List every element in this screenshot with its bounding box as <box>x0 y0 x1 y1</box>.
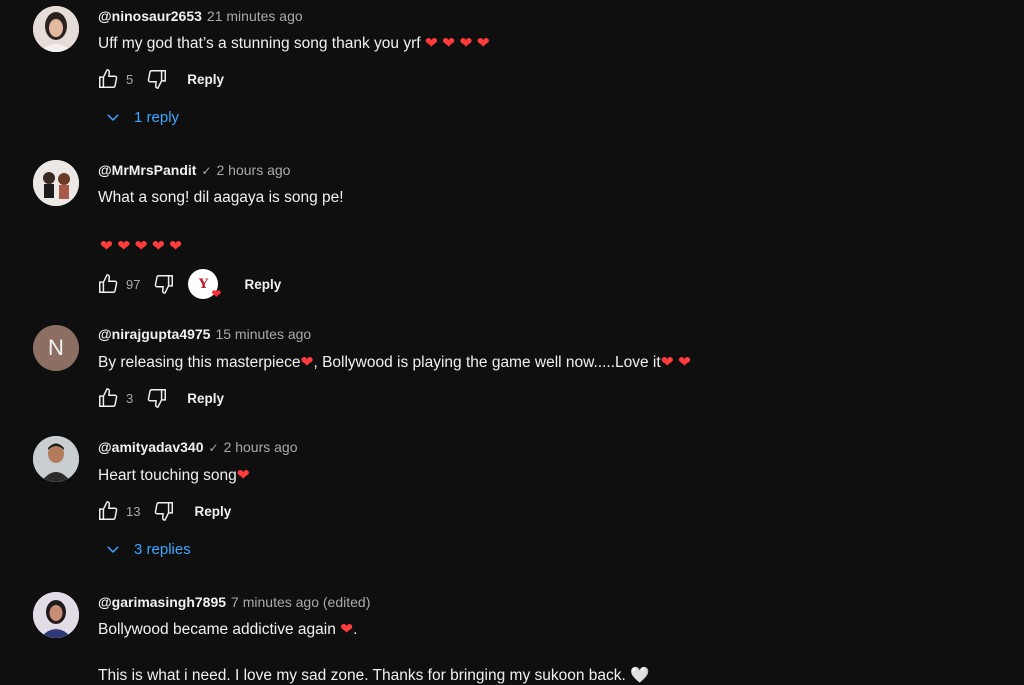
replies-label: 3 replies <box>134 540 191 558</box>
comment-author[interactable]: @ninosaur2653 <box>98 8 202 24</box>
heart-emoji: ❤ <box>300 354 314 371</box>
heart-emoji: ❤ <box>236 467 250 484</box>
comment-text-body: Bollywood became addictive again <box>98 621 336 638</box>
comment-text: Uff my god that’s a stunning song thank … <box>98 34 490 53</box>
comment-text: Heart touching song❤ <box>98 466 250 485</box>
reply-button[interactable]: Reply <box>187 391 224 406</box>
like-count: 97 <box>126 276 141 292</box>
view-replies-button[interactable]: 3 replies <box>104 540 191 558</box>
creator-logo-icon: Y <box>198 276 209 292</box>
comment-author[interactable]: @nirajgupta4975 <box>98 326 210 342</box>
reply-button[interactable]: Reply <box>187 72 224 87</box>
comment-author[interactable]: @MrMrsPandit <box>98 162 196 178</box>
heart-emojis: ❤ ❤ <box>660 354 691 371</box>
heart-emojis: ❤ ❤ ❤ ❤ <box>424 35 490 52</box>
comment-text-part-a: By releasing this masterpiece <box>98 354 301 371</box>
like-count: 5 <box>126 71 134 87</box>
avatar[interactable] <box>33 436 79 482</box>
thumbs-down-icon[interactable] <box>152 499 176 523</box>
replies-label: 1 reply <box>134 108 180 126</box>
comment-text: By releasing this masterpiece❤, Bollywoo… <box>98 353 691 372</box>
comment-time[interactable]: 2 hours ago <box>217 162 291 178</box>
chevron-down-icon <box>107 546 119 554</box>
heart-emoji: ❤ <box>340 621 354 638</box>
verified-icon: ✓ <box>208 441 219 455</box>
thumbs-down-icon[interactable] <box>145 386 169 410</box>
thumbs-up-icon[interactable] <box>96 67 120 91</box>
heart-emojis: ❤ ❤ ❤ ❤ ❤ <box>100 238 183 255</box>
comment-time[interactable]: 2 hours ago <box>224 439 298 455</box>
like-count: 13 <box>126 503 141 519</box>
thumbs-down-icon[interactable] <box>152 272 176 296</box>
comment-author[interactable]: @amityadav340 <box>98 439 204 455</box>
thumbs-down-icon[interactable] <box>145 67 169 91</box>
comment-text-body: Uff my god that’s a stunning song thank … <box>98 35 421 52</box>
comment-time[interactable]: 15 minutes ago <box>215 326 311 342</box>
view-replies-button[interactable]: 1 reply <box>104 108 179 126</box>
avatar-letter: N <box>48 335 64 360</box>
comment-time[interactable]: 21 minutes ago <box>207 8 303 24</box>
heart-icon: ❤ <box>211 287 222 301</box>
comment-text-part-b: , Bollywood is playing the game well now… <box>313 354 661 371</box>
reply-button[interactable]: Reply <box>244 277 281 292</box>
avatar[interactable] <box>33 6 79 52</box>
verified-icon: ✓ <box>201 164 212 178</box>
like-count: 3 <box>126 390 134 406</box>
reply-button[interactable]: Reply <box>194 504 231 519</box>
comment-text: What a song! dil aagaya is song pe! <box>98 189 344 206</box>
comment-text-end: . <box>353 621 358 638</box>
avatar[interactable] <box>33 592 79 638</box>
comment-time[interactable]: 7 minutes ago (edited) <box>231 594 370 610</box>
comment-text: Bollywood became addictive again ❤. <box>98 620 357 639</box>
avatar[interactable]: N <box>33 325 79 371</box>
chevron-down-icon <box>107 114 119 122</box>
thumbs-up-icon[interactable] <box>96 272 120 296</box>
thumbs-up-icon[interactable] <box>96 499 120 523</box>
creator-heart-icon: Y ❤ <box>188 269 222 301</box>
white-heart-emoji: 🤍 <box>630 667 650 684</box>
avatar[interactable] <box>33 160 79 206</box>
comment-author[interactable]: @garimasingh7895 <box>98 594 226 610</box>
comment-text-body: Heart touching song <box>98 467 237 484</box>
thumbs-up-icon[interactable] <box>96 386 120 410</box>
comment-text-line-2: This is what i need. I love my sad zone.… <box>98 666 649 685</box>
comment-text-body-2: This is what i need. I love my sad zone.… <box>98 667 626 684</box>
